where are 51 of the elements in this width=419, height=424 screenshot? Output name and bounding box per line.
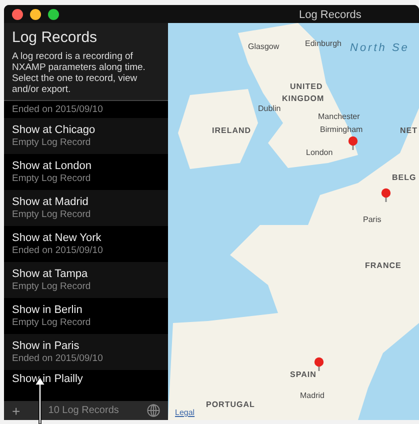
record-detail: Empty Log Record — [12, 210, 92, 219]
country-label: PORTUGAL — [206, 401, 255, 409]
record-name: Show in Plailly — [12, 374, 84, 386]
country-label: BELG — [392, 174, 416, 182]
add-button[interactable]: + — [12, 404, 20, 418]
minimize-button[interactable] — [30, 8, 41, 20]
record-detail: Ended on 2015/09/10 — [12, 246, 104, 255]
record-name: Show at Madrid — [12, 196, 90, 208]
record-row[interactable]: Show at Madrid Empty Log Record — [4, 190, 168, 226]
record-name: Show in Paris — [12, 340, 80, 352]
record-name: Show at Chicago — [12, 124, 96, 136]
record-detail: Ended on 2015/09/10 — [12, 104, 104, 114]
country-label: IRELAND — [212, 127, 252, 135]
country-label: NET — [400, 127, 418, 135]
sidebar-description: A log record is a recording of NXAMP parameters along time. Select the one to record, view and/or export. — [12, 50, 146, 95]
country-label: UNITED — [290, 83, 323, 91]
window-title: Log Records — [299, 8, 362, 23]
sidebar-title: Log Records — [12, 29, 98, 48]
map-pin-icon[interactable] — [314, 357, 324, 371]
city-label: Manchester — [318, 113, 360, 121]
record-detail: Empty Log Record — [12, 318, 92, 327]
record-detail: Empty Log Record — [12, 174, 92, 183]
city-label: Birmingham — [320, 126, 363, 134]
zoom-button[interactable] — [48, 8, 59, 20]
record-count: 10 Log Records — [48, 404, 119, 418]
map-pin-icon[interactable] — [348, 136, 358, 150]
city-label: London — [306, 149, 333, 157]
city-label: Paris — [363, 216, 382, 224]
country-label: FRANCE — [365, 262, 402, 270]
record-name: Show at New York — [12, 232, 102, 244]
city-label: Glasgow — [248, 43, 280, 51]
record-name: Show at London — [12, 160, 93, 172]
country-label: KINGDOM — [282, 95, 324, 103]
legal-link[interactable]: Legal — [175, 409, 195, 417]
record-detail: Empty Log Record — [12, 138, 92, 147]
record-detail: Ended on 2015/09/10 — [12, 354, 104, 363]
record-row[interactable]: Show in Paris Ended on 2015/09/10 — [4, 334, 168, 370]
city-label: Edinburgh — [305, 40, 342, 48]
country-label: SPAIN — [290, 371, 316, 379]
record-name: Show in Berlin — [12, 304, 84, 316]
record-detail: Empty Log Record — [12, 282, 92, 291]
close-button[interactable] — [12, 8, 23, 20]
map-pin-icon[interactable] — [381, 188, 391, 202]
city-label: Madrid — [300, 392, 324, 400]
record-row[interactable]: Show at Tampa Empty Log Record — [4, 262, 168, 298]
record-name: Show at Tampa — [12, 268, 89, 280]
record-row[interactable]: Show at Chicago Empty Log Record — [4, 118, 168, 154]
map-drawing[interactable]: Glasgow Edinburgh North Se UNITED KINGDOM Dublin IRELAND Manchester Birmingham London NET BELG Paris FRANCE SPAIN Madrid PORTUGAL Legal — [168, 23, 419, 420]
globe-icon[interactable] — [146, 404, 160, 417]
city-label: Dublin — [258, 105, 281, 113]
sea-label: North Se — [350, 43, 410, 54]
